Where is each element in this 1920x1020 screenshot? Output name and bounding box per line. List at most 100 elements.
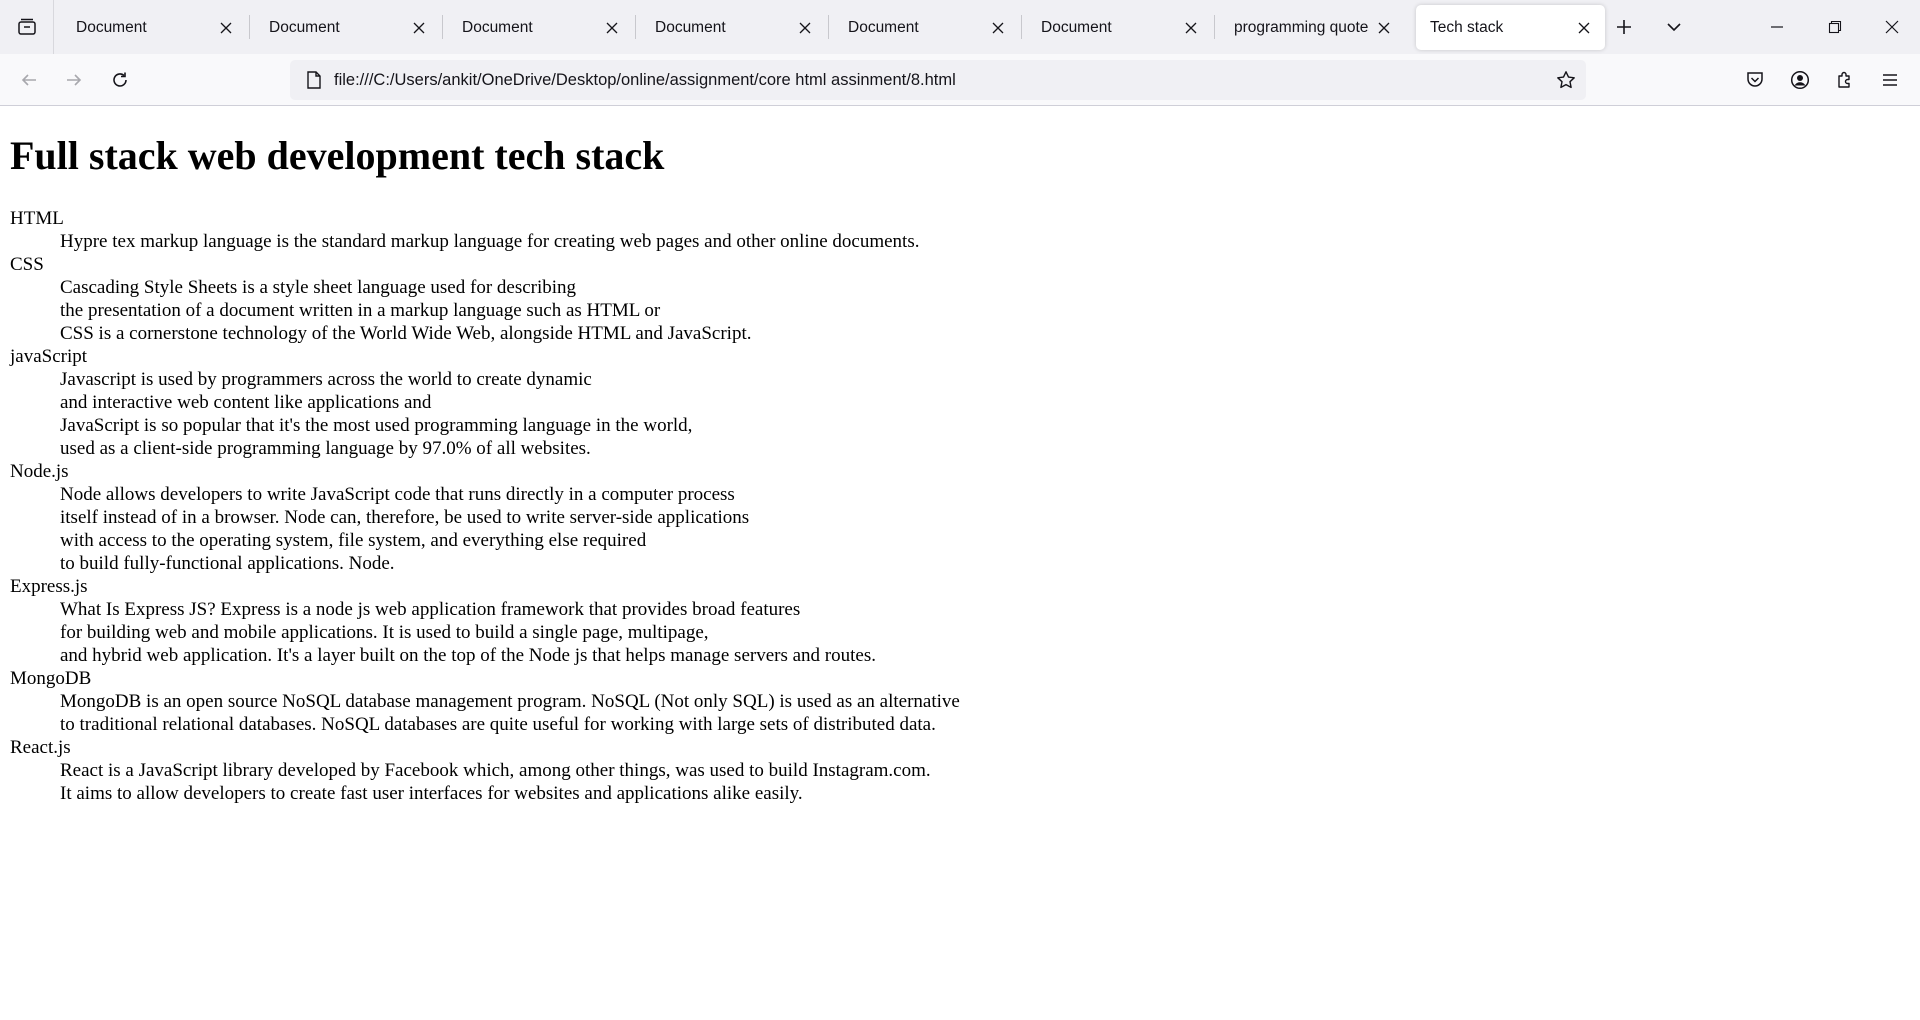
close-icon [992, 22, 1004, 34]
tech-term: MongoDB [10, 668, 92, 689]
description-line: the presentation of a document written i… [60, 300, 661, 321]
tab-label: Document [269, 18, 340, 36]
tab-manager-button[interactable] [0, 0, 54, 54]
tech-description: Node allows developers to write JavaScri… [60, 483, 1910, 575]
plus-icon [1615, 18, 1633, 36]
close-icon [606, 22, 618, 34]
tab[interactable]: Document [62, 5, 247, 50]
puzzle-icon [1835, 70, 1855, 90]
tech-description: MongoDB is an open source NoSQL database… [60, 690, 1910, 736]
tab[interactable]: Document [448, 5, 633, 50]
description-line: JavaScript is so popular that it's the m… [60, 415, 693, 436]
back-button[interactable] [11, 62, 47, 98]
page-icon[interactable] [294, 71, 334, 89]
description-line: It aims to allow developers to create fa… [60, 783, 803, 804]
description-line: for building web and mobile applications… [60, 622, 709, 643]
page-content: Full stack web development tech stack HT… [0, 107, 1920, 1020]
application-menu-button[interactable] [1872, 62, 1908, 98]
close-icon [1378, 22, 1390, 34]
tab-close-button[interactable] [1369, 13, 1399, 43]
description-line: with access to the operating system, fil… [60, 530, 647, 551]
pocket-button[interactable] [1737, 62, 1773, 98]
tab-close-button[interactable] [597, 13, 627, 43]
tab-label: Document [848, 18, 919, 36]
description-line: used as a client-side programming langua… [60, 438, 591, 459]
tab-label: programming quotes [1234, 18, 1369, 36]
reload-icon [111, 71, 129, 89]
tech-description: Hypre tex markup language is the standar… [60, 230, 1910, 253]
tech-stack-list: HTML Hypre tex markup language is the sta… [10, 207, 1910, 805]
navigation-toolbar: file:///C:/Users/ankit/OneDrive/Desktop/… [0, 54, 1920, 106]
arrow-left-icon [20, 71, 38, 89]
tab-label: Document [462, 18, 533, 36]
tab-separator [249, 15, 250, 39]
description-line: Cascading Style Sheets is a style sheet … [60, 277, 577, 298]
chevron-down-icon [1665, 18, 1683, 36]
account-button[interactable] [1782, 62, 1818, 98]
close-icon [1885, 20, 1899, 34]
description-line: What Is Express JS? Express is a node js… [60, 599, 801, 620]
tech-description: What Is Express JS? Express is a node js… [60, 598, 1910, 667]
restore-button[interactable] [1812, 0, 1858, 54]
description-line: and interactive web content like applica… [60, 392, 432, 413]
restore-icon [1828, 20, 1842, 34]
hamburger-menu-icon [1881, 71, 1899, 89]
close-window-button[interactable] [1869, 0, 1915, 54]
star-icon [1556, 70, 1576, 90]
tech-term: javaScript [10, 346, 88, 367]
page-heading: Full stack web development tech stack [10, 133, 665, 178]
tab-label: Document [1041, 18, 1112, 36]
close-icon [413, 22, 425, 34]
tab-close-button[interactable] [790, 13, 820, 43]
tab-separator [1021, 15, 1022, 39]
minimize-button[interactable] [1754, 0, 1800, 54]
bookmark-star-button[interactable] [1546, 70, 1586, 90]
tab-separator [442, 15, 443, 39]
close-icon [220, 22, 232, 34]
description-line: React is a JavaScript library developed … [60, 760, 931, 781]
tab-close-button[interactable] [1569, 13, 1599, 43]
description-line: MongoDB is an open source NoSQL database… [60, 691, 960, 712]
tech-description: Javascript is used by programmers across… [60, 368, 1910, 460]
tech-term: Express.js [10, 576, 88, 597]
description-line: and hybrid web application. It's a layer… [60, 645, 876, 666]
tab-label: Tech stack [1430, 18, 1504, 36]
tab-close-button[interactable] [1176, 13, 1206, 43]
tab[interactable]: Tech stack [1416, 5, 1605, 50]
tab-close-button[interactable] [211, 13, 241, 43]
tab[interactable]: Document [641, 5, 826, 50]
tech-description: Cascading Style Sheets is a style sheet … [60, 276, 1910, 345]
close-icon [1185, 22, 1197, 34]
tech-description: React is a JavaScript library developed … [60, 759, 1910, 805]
tech-term: Node.js [10, 461, 69, 482]
tab[interactable]: Document [1027, 5, 1212, 50]
pocket-icon [1745, 70, 1765, 90]
description-line: Javascript is used by programmers across… [60, 369, 592, 390]
reload-button[interactable] [102, 62, 138, 98]
description-line: Hypre tex markup language is the standar… [60, 231, 920, 252]
description-line: Node allows developers to write JavaScri… [60, 484, 735, 505]
tab[interactable]: Document [834, 5, 1019, 50]
close-icon [1578, 22, 1590, 34]
description-line: to build fully-functional applications. … [60, 553, 395, 574]
tech-term: React.js [10, 737, 71, 758]
tab[interactable]: Document [255, 5, 440, 50]
tab-separator [635, 15, 636, 39]
tab-manager-icon [17, 17, 37, 37]
forward-button[interactable] [56, 62, 92, 98]
minimize-icon [1770, 20, 1784, 34]
tab-strip: Document Document Document Document Document… [0, 0, 1920, 54]
description-line: to traditional relational databases. NoS… [60, 714, 936, 735]
address-bar[interactable]: file:///C:/Users/ankit/OneDrive/Desktop/… [290, 60, 1586, 100]
tab[interactable]: programming quotes [1220, 5, 1405, 50]
extensions-button[interactable] [1827, 62, 1863, 98]
tab-close-button[interactable] [404, 13, 434, 43]
arrow-right-icon [65, 71, 83, 89]
new-tab-button[interactable] [1607, 10, 1641, 44]
url-text[interactable]: file:///C:/Users/ankit/OneDrive/Desktop/… [334, 71, 1546, 90]
tab-label: Document [655, 18, 726, 36]
tab-close-button[interactable] [983, 13, 1013, 43]
list-all-tabs-button[interactable] [1657, 10, 1691, 44]
tab-separator [828, 15, 829, 39]
description-line: itself instead of in a browser. Node can… [60, 507, 750, 528]
